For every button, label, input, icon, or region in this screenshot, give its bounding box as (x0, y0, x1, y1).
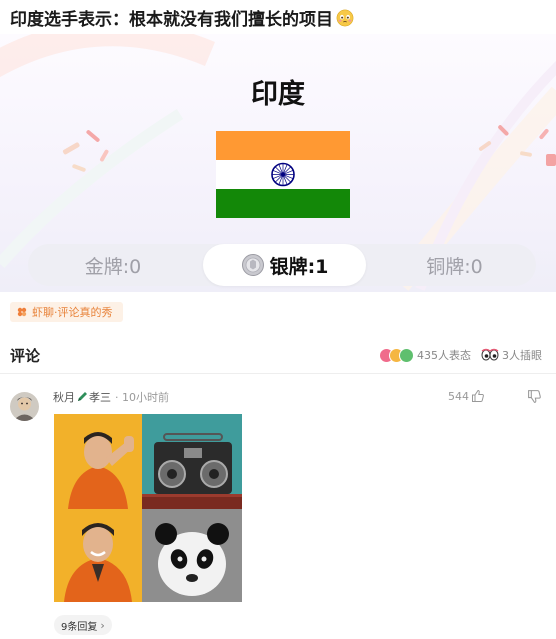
reaction-icons (379, 347, 414, 363)
thumbs-up-icon (472, 389, 484, 402)
like-count: 544 (448, 389, 469, 403)
comment-time: · 10小时前 (115, 391, 169, 404)
like-button[interactable]: 544 (448, 389, 485, 403)
bronze-medal-label: 铜牌:0 (426, 255, 483, 278)
ashoka-chakra-icon (271, 162, 295, 187)
peek-eyes-icon (481, 348, 499, 361)
blush-emoji-icon (336, 9, 354, 27)
bronze-medal-count[interactable]: 铜牌:0 (373, 244, 536, 286)
comment-meme-image[interactable] (54, 414, 242, 602)
avatar[interactable] (10, 392, 39, 421)
author-name-second[interactable]: 孝三 (89, 389, 111, 405)
chevron-right-icon: › (100, 618, 105, 632)
post-title: 印度选手表示：根本就没有我们擅长的项目 (10, 6, 550, 30)
gold-medal-count[interactable]: 金牌:0 (28, 244, 198, 286)
gold-medal-label: 金牌:0 (84, 255, 142, 278)
view-replies-button[interactable]: 9条回复 › (54, 615, 112, 635)
silver-medal-label: 银牌:1 (269, 255, 329, 278)
reaction-count: 435人表态 (417, 349, 471, 362)
comments-title: 评论 (10, 347, 41, 365)
thumbs-down-icon[interactable] (527, 389, 542, 404)
pen-icon (78, 392, 87, 401)
country-name: 印度 (251, 79, 305, 110)
silver-medal-count[interactable]: 银牌:1 (203, 244, 366, 286)
comments-header: 评论 435人表态 3人插眼 (0, 336, 556, 374)
meme-panel-panda (142, 509, 242, 602)
source-tag[interactable]: 虾聊·评论真的秀 (10, 302, 123, 322)
reply-count: 9条回复 (61, 621, 98, 633)
medal-card: 印度 金牌:0 银牌:1 铜牌:0 (0, 34, 556, 292)
comment-item: 秋月 孝三 · 10小时前 544 9条回复 › (0, 384, 556, 639)
medal-tally: 金牌:0 银牌:1 铜牌:0 (28, 244, 536, 286)
silver-medal-icon (241, 254, 264, 276)
post-title-text: 印度选手表示：根本就没有我们擅长的项目 (10, 9, 333, 30)
author-name-first[interactable]: 秋月 (53, 389, 75, 405)
peeking-count: 3人插眼 (502, 349, 542, 362)
meme-panel-refuse (54, 414, 142, 509)
india-flag (216, 131, 350, 218)
meme-panel-approve (54, 509, 142, 602)
meme-panel-boombox (142, 414, 242, 509)
reaction-summary[interactable]: 435人表态 3人插眼 (379, 347, 542, 363)
shrimp-icon (17, 307, 27, 317)
source-tag-label: 虾聊·评论真的秀 (32, 306, 113, 319)
comment-meta: 秋月 孝三 · 10小时前 (53, 389, 169, 405)
